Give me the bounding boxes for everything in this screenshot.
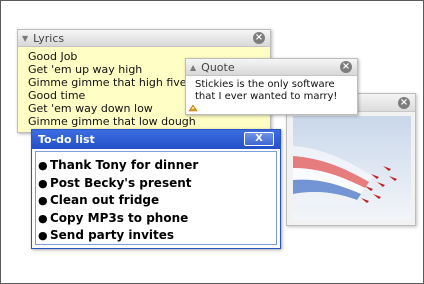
lyrics-title: Lyrics [33,31,65,45]
todo-list-window[interactable]: To-do list X ● Thank Tony for dinner ● Pos… [31,129,281,249]
todo-item-text: Send party invites [50,228,175,242]
todo-titlebar[interactable]: To-do list X [32,130,280,149]
lyrics-line: Gimme gimme that low dough [28,115,196,128]
list-item[interactable]: ● Send party invites [38,227,276,245]
expand-triangle-icon[interactable]: ▲ [190,63,196,72]
todo-title: To-do list [38,133,95,146]
todo-item-text: Post Becky's present [50,175,192,190]
list-item[interactable]: ● Thank Tony for dinner [38,157,276,175]
todo-item-text: Copy MP3s to phone [50,210,189,225]
close-icon[interactable]: × [253,32,265,44]
bullet-icon: ● [38,194,48,207]
quote-title: Quote [201,60,235,74]
resize-grip-icon[interactable] [188,102,198,112]
close-icon[interactable]: × [340,61,352,73]
quote-body[interactable]: Stickies is the only software that I eve… [186,76,357,103]
close-icon[interactable]: × [398,96,410,109]
quote-line: that I ever wanted to marry! [195,91,338,102]
bullet-icon: ● [38,211,48,225]
list-item[interactable]: ● Copy MP3s to phone [38,210,276,228]
todo-item-text: Clean out fridge [50,193,160,207]
list-item[interactable]: ● Post Becky's present [38,175,276,193]
collapse-triangle-icon[interactable]: ▼ [22,34,28,43]
quote-note-titlebar[interactable]: ▲ Quote × [186,59,357,76]
quote-sticky-note[interactable]: ▲ Quote × Stickies is the only software … [185,58,358,115]
todo-items[interactable]: ● Thank Tony for dinner ● Post Becky's pre… [35,151,277,245]
red-arrows-photo [293,116,411,220]
bullet-icon: ● [38,229,48,242]
bullet-icon: ● [38,159,48,172]
list-item[interactable]: ● Clean out fridge [38,192,276,210]
quote-line: Stickies is the only software [195,79,335,90]
lyrics-note-titlebar[interactable]: ▼ Lyrics × [18,30,270,47]
bullet-icon: ● [38,176,48,190]
jets-smoke-image [293,116,411,220]
close-button[interactable]: X [244,132,274,146]
todo-item-text: Thank Tony for dinner [50,158,199,172]
